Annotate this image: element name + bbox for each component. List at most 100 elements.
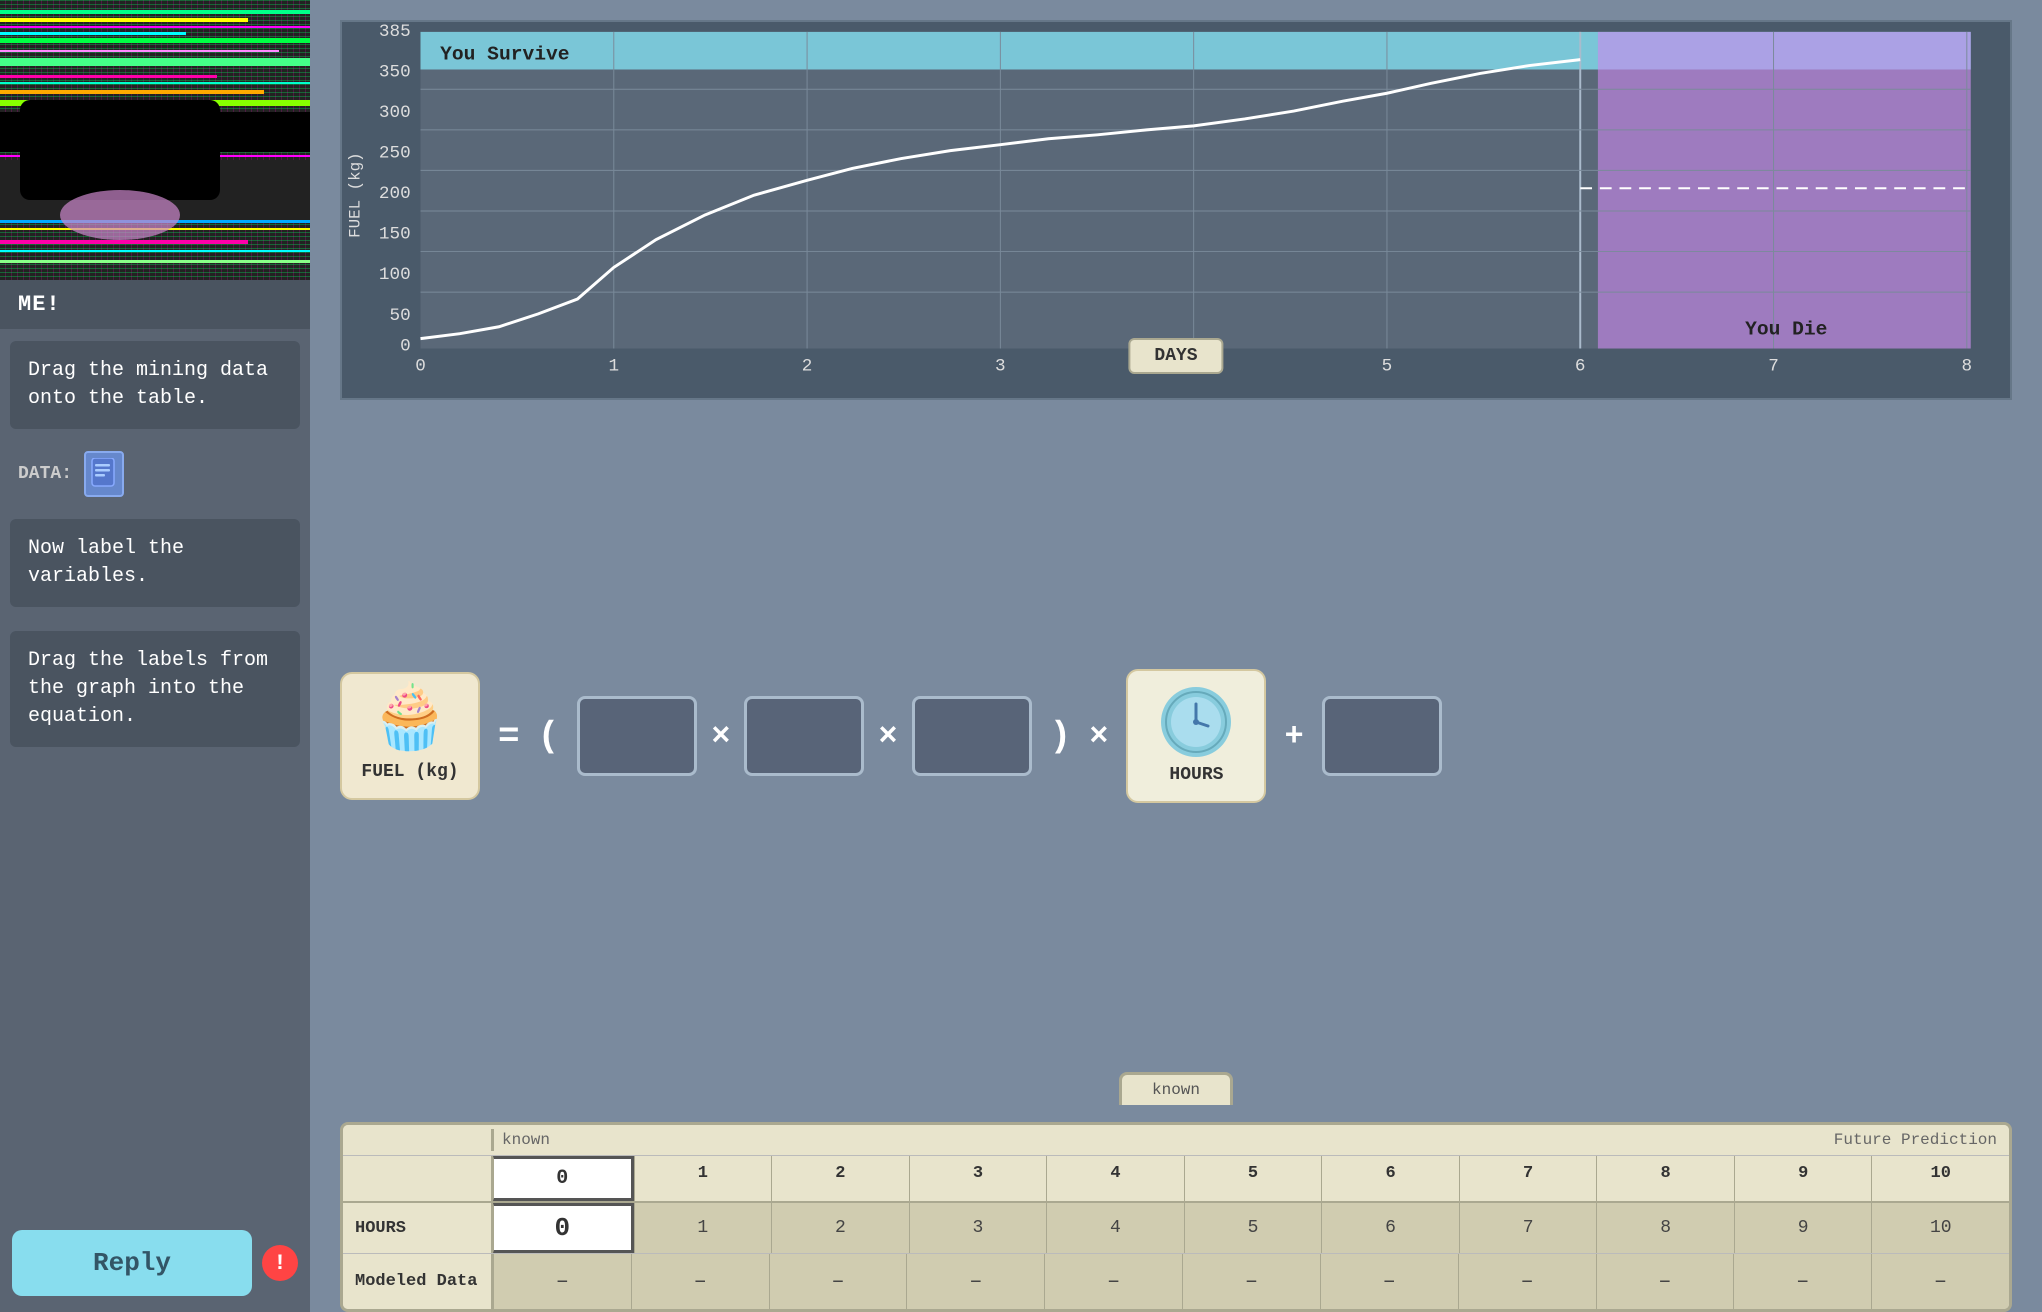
- svg-text:300: 300: [379, 103, 411, 123]
- times-2: ×: [878, 718, 897, 755]
- plus-sign: +: [1284, 718, 1303, 755]
- hours-cell-10[interactable]: 10: [1871, 1203, 2009, 1253]
- hours-cell-8[interactable]: 8: [1596, 1203, 1734, 1253]
- future-section-label: Future Prediction: [756, 1129, 2009, 1151]
- modeled-cell-1[interactable]: –: [631, 1254, 769, 1309]
- data-table: known Future Prediction 0 1 2 3 4 5 6 7 …: [340, 1122, 2012, 1312]
- known-section-label: known: [493, 1129, 756, 1151]
- hours-cell-6[interactable]: 6: [1321, 1203, 1459, 1253]
- table-section-headers: known Future Prediction: [343, 1125, 2009, 1156]
- muffin-icon: 🧁: [370, 690, 450, 754]
- svg-text:385: 385: [379, 22, 411, 42]
- clock-icon: [1161, 687, 1231, 757]
- svg-text:7: 7: [1768, 356, 1779, 376]
- col-header-4: 4: [1046, 1156, 1184, 1201]
- avatar-area: [0, 0, 310, 280]
- svg-text:2: 2: [802, 356, 813, 376]
- hours-cell-9[interactable]: 9: [1734, 1203, 1872, 1253]
- svg-text:FUEL (kg): FUEL (kg): [347, 152, 365, 237]
- eq-box-1[interactable]: [577, 696, 697, 776]
- section-spacer: [343, 1129, 493, 1151]
- svg-text:150: 150: [379, 225, 411, 245]
- svg-text:200: 200: [379, 184, 411, 204]
- col-header-6: 6: [1321, 1156, 1459, 1201]
- times-3: ×: [1089, 718, 1108, 755]
- hours-cell-1[interactable]: 1: [634, 1203, 772, 1253]
- hours-row-label: HOURS: [343, 1203, 493, 1253]
- svg-text:You Survive: You Survive: [440, 44, 569, 66]
- eq-box-2[interactable]: [744, 696, 864, 776]
- svg-text:50: 50: [389, 306, 410, 326]
- modeled-data-row: Modeled Data – – – – – – – – – – –: [343, 1254, 2009, 1309]
- svg-text:6: 6: [1575, 356, 1586, 376]
- hours-cell-2[interactable]: 2: [771, 1203, 909, 1253]
- modeled-cell-10[interactable]: –: [1871, 1254, 2009, 1309]
- panda-eye-right: [120, 120, 170, 155]
- close-paren: ): [1050, 716, 1072, 757]
- col-header-1: 1: [634, 1156, 772, 1201]
- svg-text:8: 8: [1962, 356, 1973, 376]
- me-label: ME!: [0, 280, 310, 329]
- data-label: DATA:: [18, 464, 72, 484]
- sidebar: ME! Drag the mining data onto the table.…: [0, 0, 310, 1312]
- hours-cell-4[interactable]: 4: [1046, 1203, 1184, 1253]
- svg-text:0: 0: [415, 356, 426, 376]
- hours-cell-0[interactable]: 0: [493, 1203, 634, 1253]
- col-header-9: 9: [1734, 1156, 1872, 1201]
- col-header-7: 7: [1459, 1156, 1597, 1201]
- modeled-cell-2[interactable]: –: [769, 1254, 907, 1309]
- modeled-cell-3[interactable]: –: [906, 1254, 1044, 1309]
- equation-area: 🧁 FUEL (kg) = ( × × ) ×: [340, 420, 2012, 1052]
- col-header-row: 0 1 2 3 4 5 6 7 8 9 10: [343, 1156, 2009, 1203]
- fuel-item[interactable]: 🧁 FUEL (kg): [340, 672, 480, 800]
- modeled-cell-6[interactable]: –: [1320, 1254, 1458, 1309]
- col-header-8: 8: [1596, 1156, 1734, 1201]
- modeled-cell-0[interactable]: –: [493, 1254, 631, 1309]
- modeled-cell-7[interactable]: –: [1458, 1254, 1596, 1309]
- chat-bubble-2: Now label the variables.: [10, 519, 300, 607]
- data-row: DATA:: [0, 441, 310, 507]
- reply-button[interactable]: Reply: [12, 1230, 252, 1296]
- col-header-3: 3: [909, 1156, 1047, 1201]
- table-tab-area: known: [340, 1072, 2012, 1105]
- svg-text:3: 3: [995, 356, 1006, 376]
- col-header-5: 5: [1184, 1156, 1322, 1201]
- svg-text:100: 100: [379, 265, 411, 285]
- hours-cell-3[interactable]: 3: [909, 1203, 1047, 1253]
- svg-text:0: 0: [400, 336, 411, 356]
- chat-bubble-3: Drag the labels from the graph into the …: [10, 631, 300, 747]
- days-label: DAYS: [1128, 338, 1223, 374]
- col-header-spacer: [343, 1156, 493, 1201]
- exclamation-badge: !: [262, 1245, 298, 1281]
- svg-text:5: 5: [1382, 356, 1393, 376]
- chat-bubble-1: Drag the mining data onto the table.: [10, 341, 300, 429]
- hours-label: HOURS: [1169, 765, 1223, 785]
- data-file-icon[interactable]: [84, 451, 124, 497]
- eq-box-3[interactable]: [912, 696, 1032, 776]
- times-1: ×: [711, 718, 730, 755]
- hours-item[interactable]: HOURS: [1126, 669, 1266, 803]
- reply-area: Reply !: [0, 1214, 310, 1312]
- panda-pink: [60, 190, 180, 240]
- equation-group: × ×: [577, 696, 1031, 776]
- col-header-10: 10: [1871, 1156, 2009, 1201]
- equals-sign: =: [498, 716, 520, 757]
- main-content: 385 350 300 250 200 150 100 50 0 0 1 2 3…: [310, 0, 2042, 1312]
- hours-cell-7[interactable]: 7: [1459, 1203, 1597, 1253]
- modeled-cell-4[interactable]: –: [1044, 1254, 1182, 1309]
- modeled-cell-8[interactable]: –: [1596, 1254, 1734, 1309]
- svg-text:350: 350: [379, 62, 411, 82]
- modeled-cell-9[interactable]: –: [1733, 1254, 1871, 1309]
- panda-eye-left: [30, 120, 80, 155]
- table-tab: known: [1119, 1072, 1233, 1105]
- svg-text:You Die: You Die: [1745, 319, 1827, 341]
- hours-cell-5[interactable]: 5: [1184, 1203, 1322, 1253]
- graph-container: 385 350 300 250 200 150 100 50 0 0 1 2 3…: [340, 20, 2012, 400]
- svg-text:1: 1: [608, 356, 619, 376]
- table-tab-label: known: [1152, 1081, 1200, 1099]
- modeled-row-label: Modeled Data: [343, 1254, 493, 1309]
- fuel-label: FUEL (kg): [361, 762, 458, 782]
- modeled-cell-5[interactable]: –: [1182, 1254, 1320, 1309]
- col-header-2: 2: [771, 1156, 909, 1201]
- eq-box-4[interactable]: [1322, 696, 1442, 776]
